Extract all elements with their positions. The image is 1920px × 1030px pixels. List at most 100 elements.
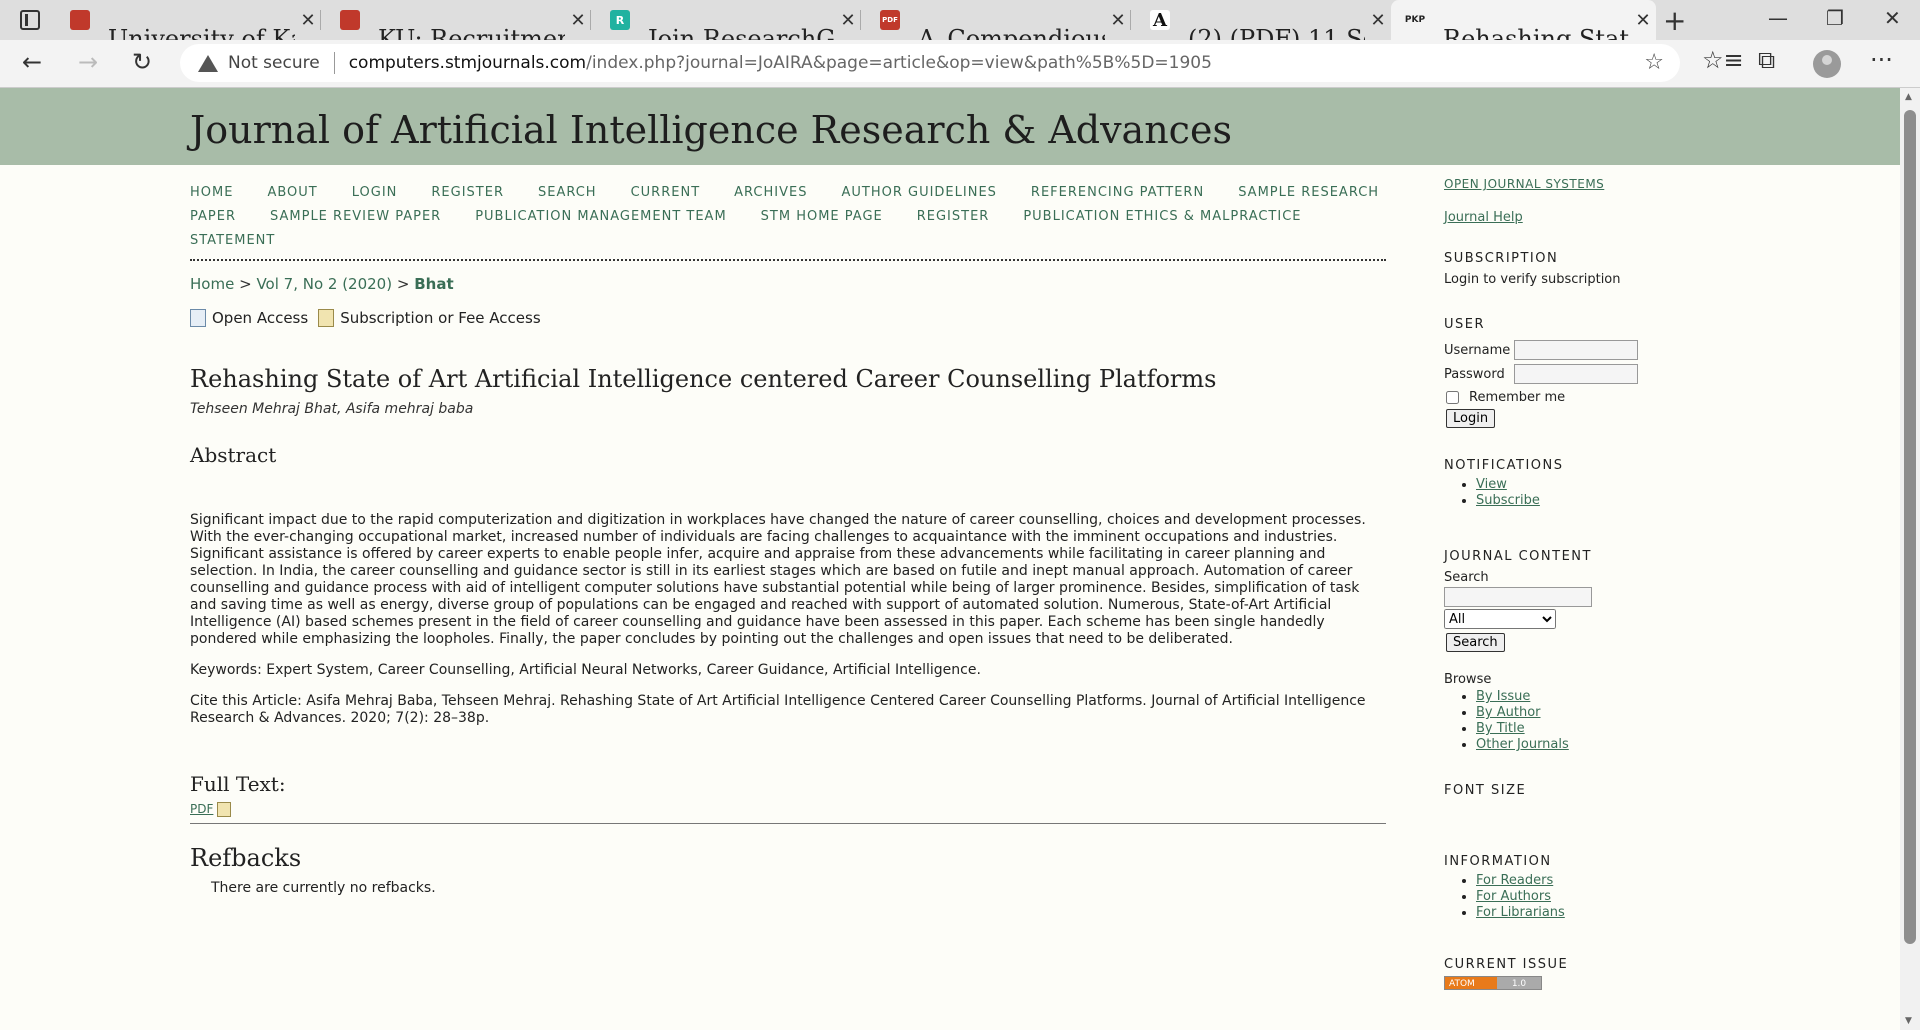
nav-referencing-pattern[interactable]: REFERENCING PATTERN <box>1031 185 1204 200</box>
full-text-heading: Full Text: <box>190 772 286 796</box>
page-scrollbar[interactable]: ▲ ▼ <box>1900 88 1920 1030</box>
for-librarians-link[interactable]: For Librarians <box>1476 905 1565 920</box>
user-heading: USER <box>1444 317 1486 332</box>
close-window-icon[interactable]: ✕ <box>1884 6 1901 30</box>
subscription-heading: SUBSCRIPTION <box>1444 251 1559 266</box>
nav-register[interactable]: REGISTER <box>431 185 504 200</box>
for-readers-link[interactable]: For Readers <box>1476 873 1553 888</box>
search-button[interactable]: Search <box>1446 633 1505 652</box>
nav-register-2[interactable]: REGISTER <box>917 209 990 224</box>
keywords-text: Keywords: Expert System, Career Counsell… <box>190 662 981 678</box>
refbacks-text: There are currently no refbacks. <box>211 880 436 896</box>
username-input[interactable] <box>1514 340 1638 360</box>
more-options-icon[interactable]: ··· <box>1870 46 1893 74</box>
scrollbar-thumb[interactable] <box>1904 110 1916 944</box>
information-list: For Readers For Authors For Librarians <box>1476 873 1664 921</box>
close-tab-icon[interactable]: ✕ <box>1630 10 1656 31</box>
information-heading: INFORMATION <box>1444 854 1552 869</box>
journal-content-heading: JOURNAL CONTENT <box>1444 549 1592 564</box>
atom-label: ATOM <box>1449 979 1475 989</box>
minimize-icon[interactable]: — <box>1768 6 1788 30</box>
tab-secure-compression[interactable]: A (2) (PDF) 11.Secure Compression ✕ <box>1136 0 1391 53</box>
favorites-icon[interactable]: ☆≡ <box>1702 46 1744 74</box>
password-input[interactable] <box>1514 364 1638 384</box>
font-size-heading: FONT SIZE <box>1444 783 1527 798</box>
subscription-access-icon <box>217 802 232 817</box>
breadcrumb-separator: > <box>396 275 410 293</box>
pkp-favicon-icon: PKP <box>1404 15 1426 25</box>
atom-feed-badge[interactable]: ATOM 1.0 <box>1444 976 1542 990</box>
scroll-up-icon[interactable]: ▲ <box>1905 92 1912 102</box>
pdf-link[interactable]: PDF <box>190 802 213 816</box>
nav-archives[interactable]: ARCHIVES <box>734 185 807 200</box>
breadcrumb-issue[interactable]: Vol 7, No 2 (2020) <box>256 275 392 293</box>
add-favorite-icon[interactable]: ☆ <box>1644 50 1664 75</box>
article-authors: Tehseen Mehraj Bhat, Asifa mehraj baba <box>190 401 474 417</box>
close-tab-icon[interactable]: ✕ <box>565 10 591 31</box>
refbacks-heading: Refbacks <box>190 844 302 872</box>
tab-university-of-kashmir[interactable]: University of Kashmir ✕ <box>56 0 321 53</box>
tab-researchgate[interactable]: R Join ResearchGate for free ✕ <box>596 0 861 53</box>
tab-rehashing-active[interactable]: PKP Rehashing State of Art Artificial In… <box>1391 0 1656 53</box>
researchgate-favicon-icon: R <box>610 10 630 30</box>
journal-search-input[interactable] <box>1444 587 1592 607</box>
scroll-down-icon[interactable]: ▼ <box>1905 1016 1912 1026</box>
browse-by-author-link[interactable]: By Author <box>1476 705 1541 720</box>
address-bar[interactable]: Not secure computers.stmjournals.com/ind… <box>180 44 1680 82</box>
nav-publication-management-team[interactable]: PUBLICATION MANAGEMENT TEAM <box>475 209 726 224</box>
nav-sample-review-paper[interactable]: SAMPLE REVIEW PAPER <box>270 209 441 224</box>
atom-version: 1.0 <box>1497 977 1541 989</box>
tab-actions-icon[interactable] <box>20 10 40 30</box>
nav-search[interactable]: SEARCH <box>538 185 597 200</box>
nav-author-guidelines[interactable]: AUTHOR GUIDELINES <box>841 185 996 200</box>
browse-by-issue-link[interactable]: By Issue <box>1476 689 1530 704</box>
new-tab-button[interactable]: + <box>1663 4 1686 37</box>
notifications-subscribe-link[interactable]: Subscribe <box>1476 493 1540 508</box>
for-authors-link[interactable]: For Authors <box>1476 889 1551 904</box>
password-label: Password <box>1444 366 1505 382</box>
reload-icon[interactable]: ↻ <box>132 48 152 76</box>
other-journals-link[interactable]: Other Journals <box>1476 737 1569 752</box>
restore-icon[interactable]: ❐ <box>1826 6 1844 30</box>
main-column: HOME ABOUT LOGIN REGISTER SEARCH CURRENT ARCHI… <box>190 181 1386 896</box>
breadcrumb-current[interactable]: Bhat <box>414 275 453 293</box>
close-tab-icon[interactable]: ✕ <box>835 10 861 31</box>
browse-label: Browse <box>1444 672 1492 687</box>
forward-icon[interactable]: → <box>78 48 98 76</box>
login-button[interactable]: Login <box>1446 409 1496 428</box>
nav-login[interactable]: LOGIN <box>352 185 398 200</box>
nav-about[interactable]: ABOUT <box>267 185 317 200</box>
not-secure-label[interactable]: Not secure <box>228 53 320 73</box>
page-content: HOME ABOUT LOGIN REGISTER SEARCH CURRENT ARCHI… <box>0 165 1900 1030</box>
tab-compendious-study[interactable]: PDF A_Compendious_Study_of_Online_Paymen… <box>866 0 1131 53</box>
notifications-list: View Subscribe <box>1476 477 1664 509</box>
profile-avatar-icon[interactable] <box>1813 50 1841 78</box>
journal-help-link[interactable]: Journal Help <box>1444 210 1523 225</box>
sidebar: OPEN JOURNAL SYSTEMS Journal Help SUBSCR… <box>1444 177 1664 990</box>
back-icon[interactable]: ← <box>22 48 42 76</box>
tab-recruitment-portal[interactable]: KU: Recruitment Portal, University of Ka… <box>326 0 591 53</box>
nav-home[interactable]: HOME <box>190 185 233 200</box>
collections-icon[interactable]: ⧉ <box>1758 46 1775 74</box>
search-scope-select[interactable]: All <box>1444 609 1556 629</box>
nav-stm-home-page[interactable]: STM HOME PAGE <box>761 209 883 224</box>
pdf-row: PDF <box>190 802 1386 817</box>
university-favicon-icon <box>340 10 360 30</box>
cite-text: Cite this Article: Asifa Mehraj Baba, Te… <box>190 693 1366 726</box>
navigation-bar: ← → ↻ Not secure computers.stmjournals.c… <box>0 40 1920 88</box>
close-tab-icon[interactable]: ✕ <box>295 10 321 31</box>
access-legend: Open Access Subscription or Fee Access <box>190 309 1386 327</box>
breadcrumb-home[interactable]: Home <box>190 275 234 293</box>
nav-current[interactable]: CURRENT <box>631 185 701 200</box>
browser-chrome: University of Kashmir ✕ KU: Recruitment … <box>0 0 1920 88</box>
browse-by-title-link[interactable]: By Title <box>1476 721 1525 736</box>
remember-me-checkbox[interactable] <box>1446 391 1459 404</box>
university-favicon-icon <box>70 10 90 30</box>
close-tab-icon[interactable]: ✕ <box>1365 10 1391 31</box>
close-tab-icon[interactable]: ✕ <box>1105 10 1131 31</box>
notifications-view-link[interactable]: View <box>1476 477 1507 492</box>
url-host: computers.stmjournals.com <box>348 53 587 73</box>
open-journal-systems-link[interactable]: OPEN JOURNAL SYSTEMS <box>1444 177 1604 191</box>
subscription-access-icon <box>318 309 335 327</box>
open-access-icon <box>190 309 206 327</box>
